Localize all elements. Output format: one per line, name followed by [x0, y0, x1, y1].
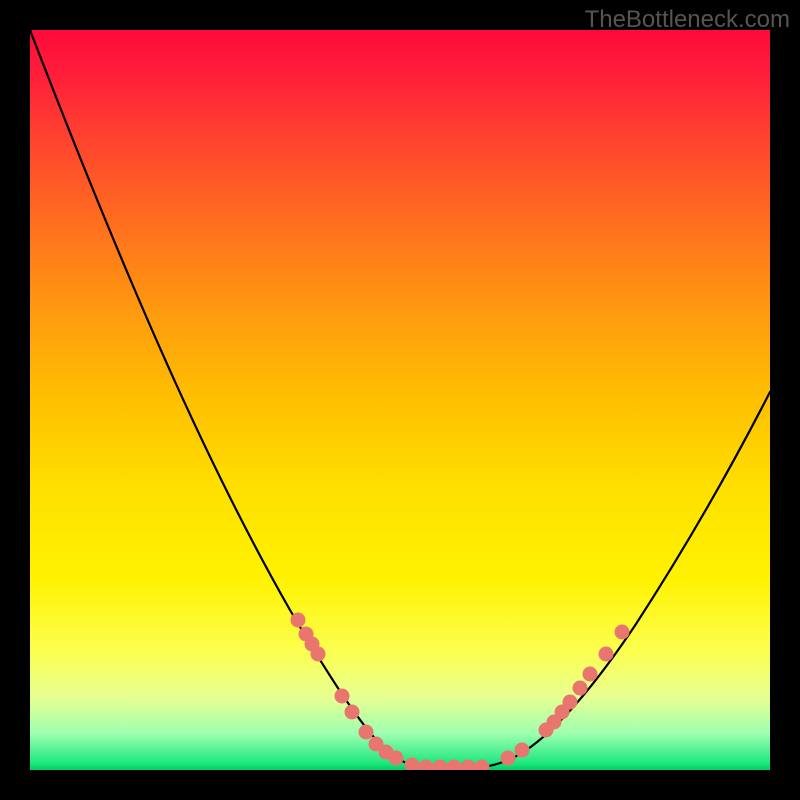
marker-left [359, 725, 374, 740]
marker-left [291, 613, 306, 628]
plot-area [30, 30, 770, 770]
series-left-curve [30, 30, 428, 767]
data-markers [291, 613, 630, 771]
marker-floor [475, 760, 490, 771]
marker-left [311, 647, 326, 662]
watermark-text: TheBottleneck.com [585, 6, 790, 34]
marker-floor [433, 760, 448, 771]
marker-right [583, 667, 598, 682]
marker-left [345, 705, 360, 720]
marker-left [389, 751, 404, 766]
marker-left [335, 689, 350, 704]
marker-right [599, 647, 614, 662]
marker-floor [405, 758, 420, 771]
chart-svg [30, 30, 770, 770]
marker-right [615, 625, 630, 640]
curve-lines [30, 30, 770, 767]
marker-right [573, 681, 588, 696]
marker-right [563, 695, 578, 710]
marker-floor [419, 760, 434, 771]
marker-floor [447, 760, 462, 771]
series-right-curve [482, 392, 770, 767]
marker-right [501, 751, 516, 766]
marker-floor [461, 760, 476, 771]
marker-right [515, 743, 530, 758]
